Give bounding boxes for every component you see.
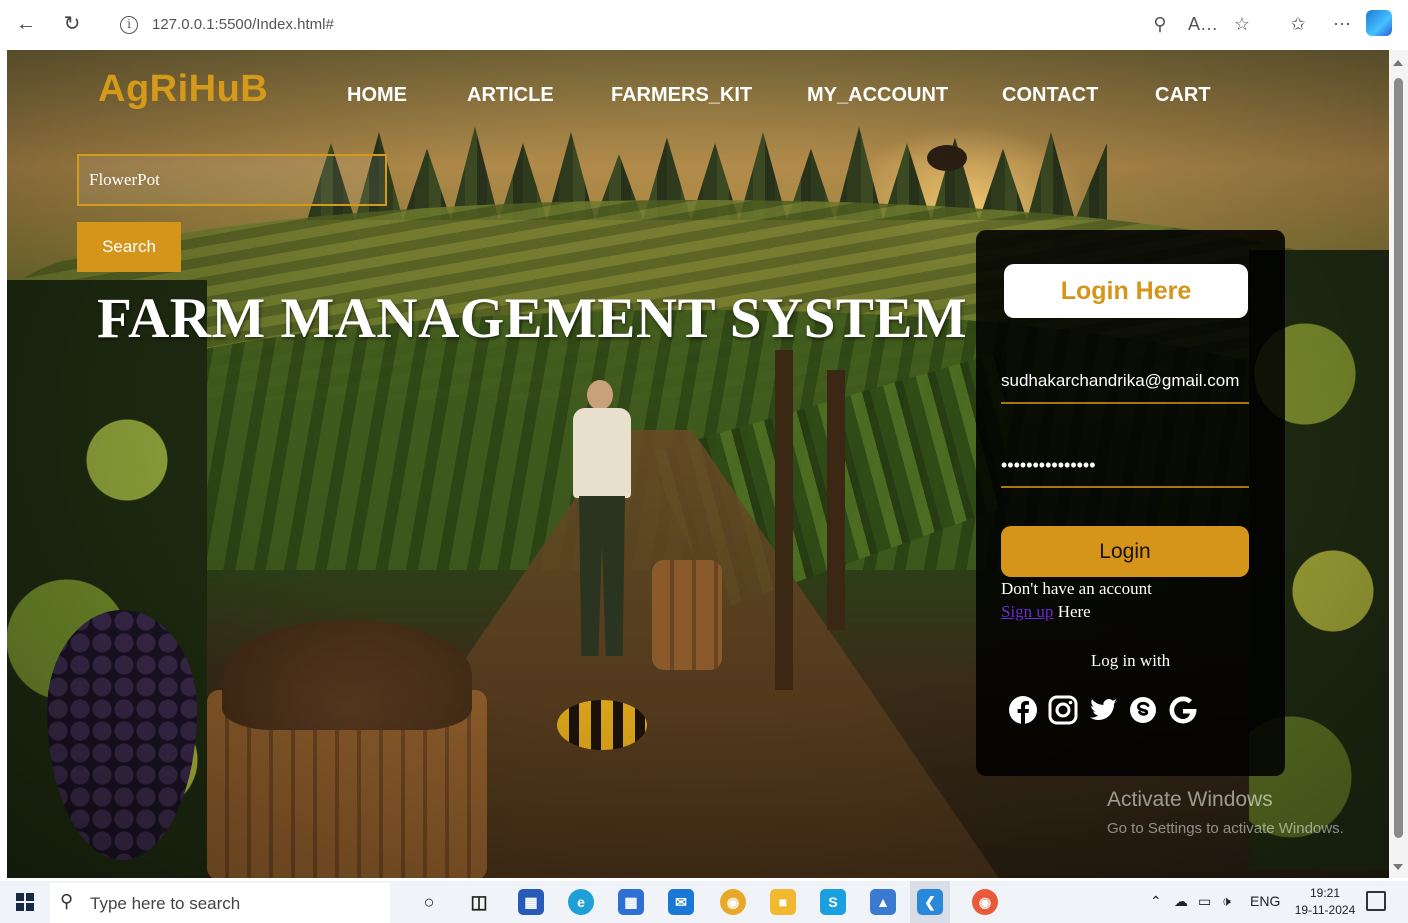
instagram-icon[interactable] xyxy=(1046,692,1080,728)
back-arrow-icon[interactable]: ← xyxy=(12,10,40,38)
nav-farmers-kit[interactable]: FARMERS_KIT xyxy=(611,84,752,107)
cortana-icon[interactable]: ○ xyxy=(416,889,442,915)
windows-start-icon[interactable] xyxy=(16,893,34,911)
clock-time: 19:21 xyxy=(1309,886,1341,900)
skype-taskbar-icon[interactable]: S xyxy=(820,889,846,915)
refresh-icon[interactable]: ↻ xyxy=(58,10,86,38)
email-field[interactable]: sudhakarchandrika@gmail.com xyxy=(1001,360,1249,404)
copilot-icon[interactable] xyxy=(1366,10,1392,36)
read-aloud-icon[interactable]: A… xyxy=(1188,10,1218,38)
signup-suffix: Here xyxy=(1053,602,1091,621)
nav-cart[interactable]: CART xyxy=(1155,84,1211,107)
info-icon[interactable]: i xyxy=(120,16,138,34)
site-logo[interactable]: AgRiHuB xyxy=(98,68,268,111)
nav-home[interactable]: HOME xyxy=(347,84,407,107)
tray-chevron-icon[interactable]: ⌃ xyxy=(1150,893,1162,910)
password-field[interactable]: ••••••••••••••• xyxy=(1001,444,1249,488)
scroll-up-icon[interactable] xyxy=(1393,60,1403,66)
login-with-label: Log in with xyxy=(1090,651,1171,670)
search-input[interactable] xyxy=(77,154,387,206)
key-icon[interactable]: ⚲ xyxy=(1146,10,1174,38)
nav-my-account[interactable]: MY_ACCOUNT xyxy=(807,84,948,107)
barrel-image xyxy=(652,560,722,670)
edge-icon[interactable]: e xyxy=(568,889,594,915)
search-button[interactable]: Search xyxy=(77,222,181,272)
chrome-profile-icon[interactable]: ◉ xyxy=(972,889,998,915)
chrome-icon[interactable]: ◉ xyxy=(720,889,746,915)
twitter-icon[interactable] xyxy=(1086,692,1120,728)
hero-title: FARM MANAGEMENT SYSTEM xyxy=(97,287,968,350)
cloud-icon[interactable]: ☁ xyxy=(1174,893,1188,910)
task-view-icon[interactable]: ◫ xyxy=(466,889,492,915)
no-account-text: Don't have an account xyxy=(1001,579,1152,598)
file-explorer-icon[interactable]: ■ xyxy=(770,889,796,915)
butterfly-image xyxy=(927,145,967,171)
skype-icon[interactable] xyxy=(1126,692,1160,728)
vine-post xyxy=(775,350,793,690)
activate-windows-hint: Go to Settings to activate Windows. xyxy=(1107,820,1344,837)
volume-icon[interactable]: 🕩 xyxy=(1222,893,1231,910)
facebook-icon[interactable] xyxy=(1006,692,1040,728)
login-button[interactable]: Login xyxy=(1001,526,1249,577)
app-icon[interactable]: ▦ xyxy=(518,889,544,915)
page-viewport: AgRiHuB HOME ARTICLE FARMERS_KIT MY_ACCO… xyxy=(7,50,1389,878)
login-panel: Login Here sudhakarchandrika@gmail.com •… xyxy=(976,230,1285,776)
language-indicator[interactable]: ENG xyxy=(1250,893,1280,909)
more-menu-icon[interactable]: ⋯ xyxy=(1328,10,1356,38)
taskbar-search[interactable]: ⚲ Type here to search xyxy=(50,883,390,923)
url-text: 127.0.0.1:5500/Index.html# xyxy=(152,16,334,33)
battery-icon[interactable]: ▭ xyxy=(1198,893,1211,910)
login-header: Login Here xyxy=(1004,264,1248,318)
search-icon: ⚲ xyxy=(60,891,74,911)
store-icon[interactable]: ▦ xyxy=(618,889,644,915)
page-scrollbar[interactable] xyxy=(1389,50,1408,878)
google-icon[interactable] xyxy=(1166,692,1200,728)
scroll-thumb[interactable] xyxy=(1394,78,1403,838)
clock[interactable]: 19:21 19-11-2024 xyxy=(1292,885,1358,919)
windows-taskbar: ⚲ Type here to search ○ ◫ ▦ e ▦ ✉ ◉ ■ S … xyxy=(0,881,1408,923)
photos-icon[interactable]: ▲ xyxy=(870,889,896,915)
compost-pile xyxy=(222,620,472,730)
vscode-icon[interactable]: ❮ xyxy=(917,889,943,915)
favorite-star-icon[interactable]: ☆ xyxy=(1228,10,1256,38)
address-bar[interactable]: i 127.0.0.1:5500/Index.html# xyxy=(104,8,1124,42)
clock-date: 19-11-2024 xyxy=(1294,903,1356,917)
farmer-figure xyxy=(567,380,637,670)
scroll-down-icon[interactable] xyxy=(1393,864,1403,870)
nav-contact[interactable]: CONTACT xyxy=(1002,84,1098,107)
taskbar-search-placeholder: Type here to search xyxy=(90,894,241,913)
bug-image xyxy=(557,700,647,750)
nav-article[interactable]: ARTICLE xyxy=(467,84,554,107)
activate-windows-watermark: Activate Windows xyxy=(1107,788,1273,811)
favorites-list-icon[interactable]: ✩ xyxy=(1284,10,1312,38)
browser-toolbar: ← ↻ i 127.0.0.1:5500/Index.html# ⚲ A… ☆ … xyxy=(0,0,1408,50)
notification-icon[interactable] xyxy=(1366,891,1386,911)
vine-post xyxy=(827,370,845,630)
signup-line: Sign up Here xyxy=(1001,602,1091,622)
mail-icon[interactable]: ✉ xyxy=(668,889,694,915)
signup-link[interactable]: Sign up xyxy=(1001,602,1053,621)
